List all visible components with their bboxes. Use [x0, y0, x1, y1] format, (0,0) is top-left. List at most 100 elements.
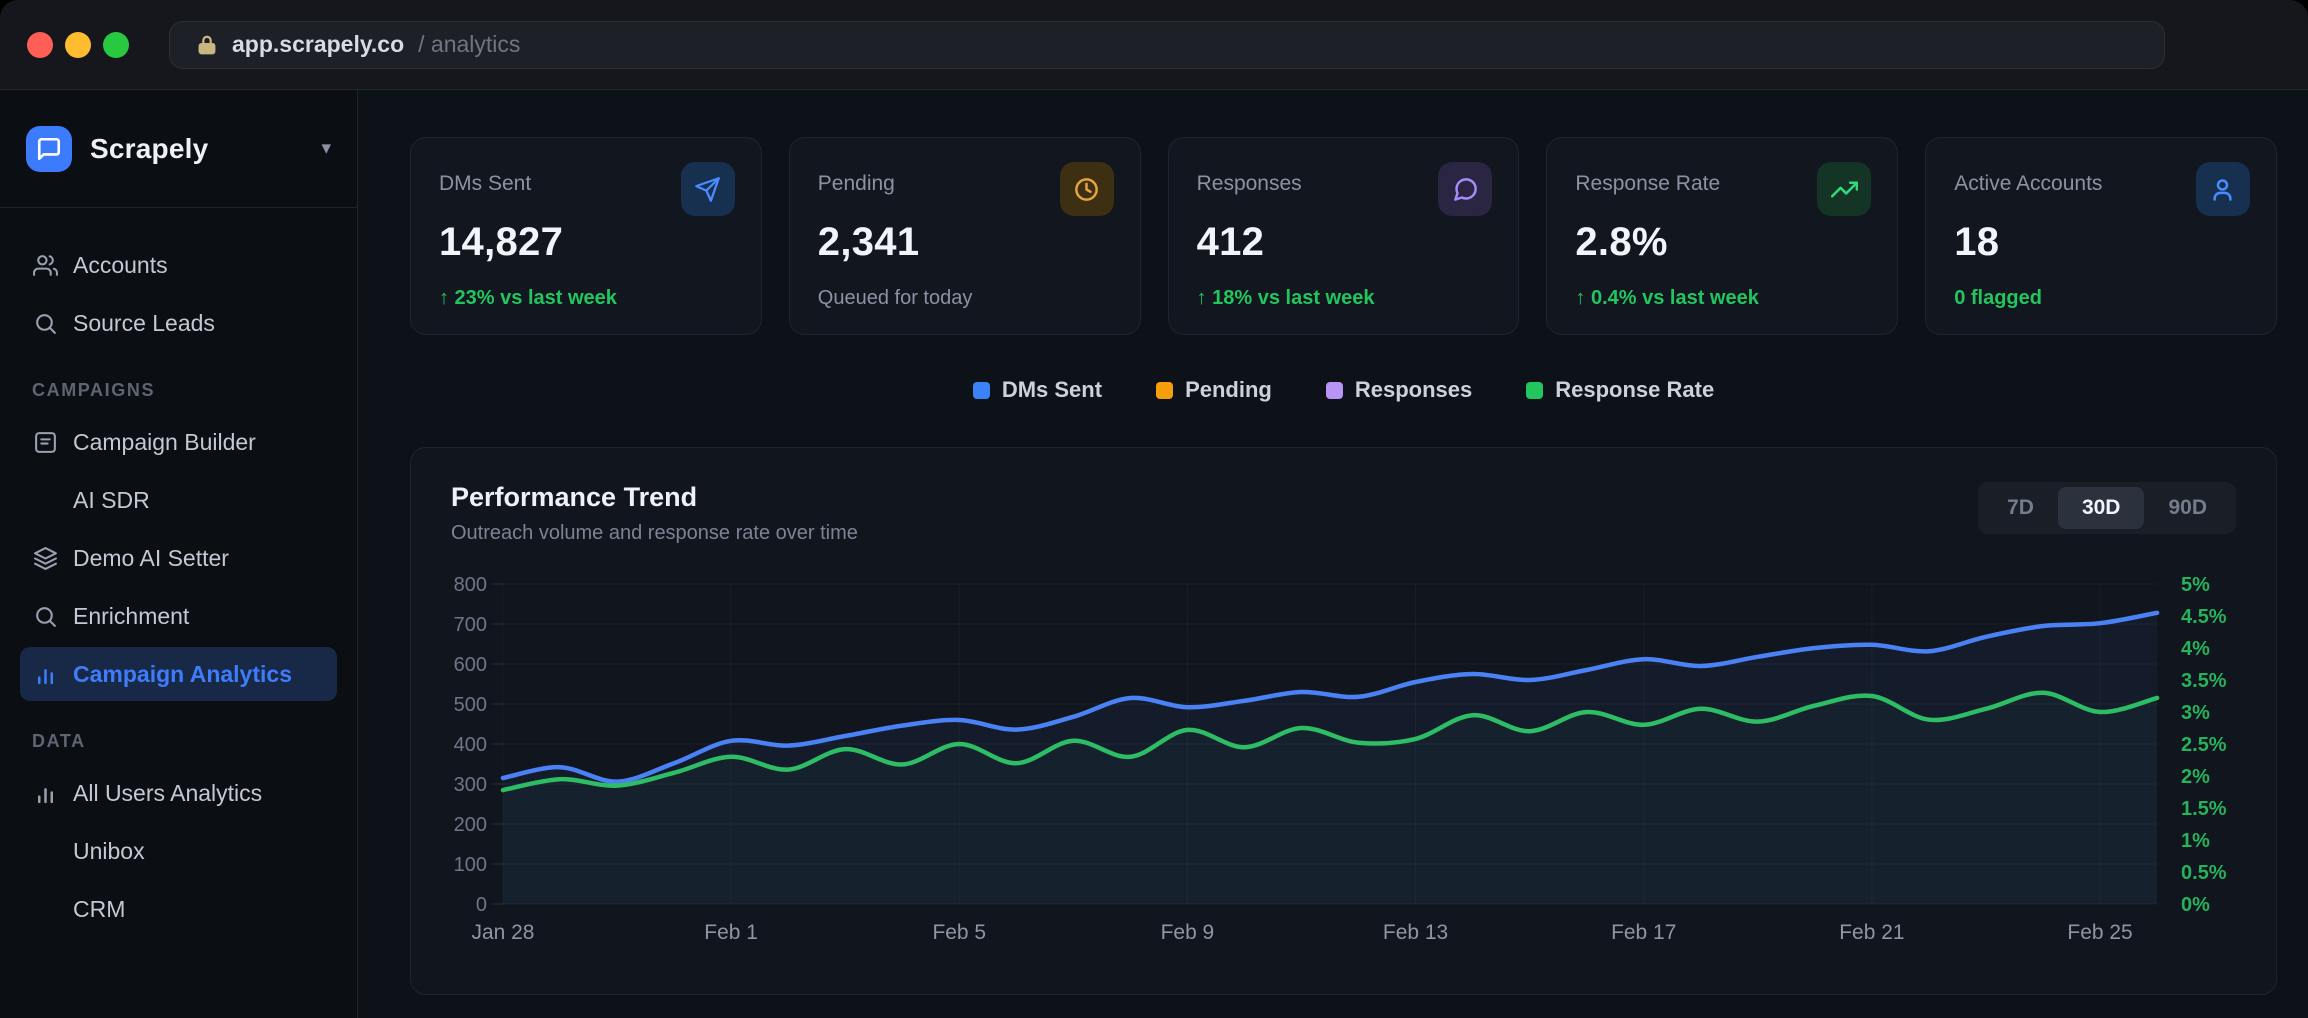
sidebar-section-data: DATA	[32, 731, 337, 752]
form-icon	[32, 430, 58, 455]
svg-text:1.5%: 1.5%	[2181, 798, 2227, 820]
sidebar-item-label: Demo AI Setter	[73, 545, 229, 572]
svg-text:4.5%: 4.5%	[2181, 606, 2227, 628]
sidebar: Scrapely ▾ Accounts Source Leads CAMPAIG…	[0, 90, 358, 1018]
range-button-90d[interactable]: 90D	[2144, 487, 2231, 529]
sidebar-item-enrichment[interactable]: Enrichment	[20, 589, 337, 643]
chevron-down-icon: ▾	[321, 137, 331, 160]
svg-text:Feb 25: Feb 25	[2067, 921, 2132, 944]
legend-item-responses[interactable]: Responses	[1326, 377, 1472, 403]
sidebar-item-unibox[interactable]: Unibox	[20, 824, 337, 878]
sidebar-item-label: Unibox	[73, 838, 145, 865]
workspace-switcher[interactable]: Scrapely ▾	[0, 90, 357, 208]
svg-text:4%: 4%	[2181, 638, 2210, 660]
sidebar-item-demo-ai-setter[interactable]: Demo AI Setter	[20, 531, 337, 585]
minimize-window-button[interactable]	[65, 32, 91, 58]
legend-item-dms-sent[interactable]: DMs Sent	[973, 377, 1102, 403]
stat-value: 2,341	[818, 220, 1112, 265]
svg-text:Feb 9: Feb 9	[1161, 921, 1215, 944]
chat-bubble-icon	[1438, 162, 1492, 216]
stat-card-dms-sent: DMs Sent 14,827 ↑ 23% vs last week	[410, 137, 762, 335]
stat-value: 412	[1197, 220, 1491, 265]
stat-delta: ↑ 0.4% vs last week	[1575, 287, 1869, 310]
sidebar-nav: Accounts Source Leads CAMPAIGNS Campaign…	[0, 208, 357, 936]
legend-swatch-orange	[1156, 382, 1173, 399]
svg-text:500: 500	[454, 694, 487, 716]
svg-text:1%: 1%	[2181, 830, 2210, 852]
stat-delta: ↑ 18% vs last week	[1197, 287, 1491, 310]
bar-chart-icon	[32, 781, 58, 806]
sidebar-item-label: Campaign Analytics	[73, 661, 292, 688]
scrapely-logo-icon	[26, 126, 72, 172]
sidebar-item-label: Enrichment	[73, 603, 189, 630]
stat-value: 2.8%	[1575, 220, 1869, 265]
svg-text:2.5%: 2.5%	[2181, 734, 2227, 756]
search-icon	[32, 311, 58, 336]
sidebar-item-ai-sdr[interactable]: AI SDR	[20, 473, 337, 527]
trend-up-icon	[1817, 162, 1871, 216]
url-bar[interactable]: app.scrapely.co / analytics	[169, 21, 2165, 69]
legend-item-pending[interactable]: Pending	[1156, 377, 1272, 403]
stat-card-active-accounts: Active Accounts 18 0 flagged	[1925, 137, 2277, 335]
sidebar-item-label: Accounts	[73, 252, 168, 279]
range-button-7d[interactable]: 7D	[1983, 487, 2058, 529]
maximize-window-button[interactable]	[103, 32, 129, 58]
sidebar-item-source-leads[interactable]: Source Leads	[20, 296, 337, 350]
stat-subtext: Queued for today	[818, 287, 1112, 310]
chart-title: Performance Trend	[451, 482, 858, 513]
stat-value: 18	[1954, 220, 2248, 265]
brand-name: Scrapely	[90, 133, 208, 165]
sidebar-item-label: Campaign Builder	[73, 429, 256, 456]
chart-subtitle: Outreach volume and response rate over t…	[451, 522, 858, 545]
performance-trend-card: Performance Trend Outreach volume and re…	[410, 447, 2277, 995]
user-icon	[2196, 162, 2250, 216]
legend-swatch-green	[1526, 382, 1543, 399]
svg-text:300: 300	[454, 774, 487, 796]
sidebar-item-label: Source Leads	[73, 310, 215, 337]
main-content: DMs Sent 14,827 ↑ 23% vs last week Pendi…	[358, 90, 2308, 1018]
sidebar-item-label: All Users Analytics	[73, 780, 262, 807]
sidebar-item-all-users-analytics[interactable]: All Users Analytics	[20, 766, 337, 820]
svg-text:Feb 1: Feb 1	[704, 921, 758, 944]
svg-text:700: 700	[454, 614, 487, 636]
svg-text:3%: 3%	[2181, 702, 2210, 724]
range-button-30d[interactable]: 30D	[2058, 487, 2145, 529]
sidebar-item-label: CRM	[73, 896, 125, 923]
stat-card-responses: Responses 412 ↑ 18% vs last week	[1168, 137, 1520, 335]
sidebar-item-accounts[interactable]: Accounts	[20, 238, 337, 292]
svg-text:800: 800	[454, 574, 487, 596]
search-icon	[32, 604, 58, 629]
layers-icon	[32, 546, 58, 571]
browser-bar: app.scrapely.co / analytics	[0, 0, 2308, 90]
svg-text:100: 100	[454, 854, 487, 876]
sidebar-section-campaigns: CAMPAIGNS	[32, 380, 337, 401]
svg-text:0.5%: 0.5%	[2181, 862, 2227, 884]
legend-item-response-rate[interactable]: Response Rate	[1526, 377, 1714, 403]
svg-text:0%: 0%	[2181, 894, 2210, 916]
svg-text:200: 200	[454, 814, 487, 836]
legend-swatch-blue	[973, 382, 990, 399]
send-icon	[681, 162, 735, 216]
sidebar-item-crm[interactable]: CRM	[20, 882, 337, 936]
svg-text:Feb 5: Feb 5	[932, 921, 986, 944]
lock-icon	[196, 34, 218, 56]
svg-text:2%: 2%	[2181, 766, 2210, 788]
sidebar-item-campaign-builder[interactable]: Campaign Builder	[20, 415, 337, 469]
stat-card-response-rate: Response Rate 2.8% ↑ 0.4% vs last week	[1546, 137, 1898, 335]
app-window: app.scrapely.co / analytics Scrapely ▾ A…	[0, 0, 2308, 1018]
window-controls	[27, 32, 129, 58]
svg-text:5%: 5%	[2181, 574, 2210, 596]
close-window-button[interactable]	[27, 32, 53, 58]
sidebar-item-campaign-analytics[interactable]: Campaign Analytics	[20, 647, 337, 701]
svg-text:400: 400	[454, 734, 487, 756]
stat-cards: DMs Sent 14,827 ↑ 23% vs last week Pendi…	[410, 137, 2277, 335]
time-range-control: 7D 30D 90D	[1978, 482, 2236, 534]
stat-delta: 0 flagged	[1954, 287, 2248, 310]
url-path: / analytics	[418, 31, 520, 58]
users-icon	[32, 253, 58, 278]
svg-text:Feb 21: Feb 21	[1839, 921, 1904, 944]
stat-card-pending: Pending 2,341 Queued for today	[789, 137, 1141, 335]
performance-chart: 01002003004005006007008000%0.5%1%1.5%2%2…	[451, 559, 2236, 979]
stat-delta: ↑ 23% vs last week	[439, 287, 733, 310]
svg-text:3.5%: 3.5%	[2181, 670, 2227, 692]
